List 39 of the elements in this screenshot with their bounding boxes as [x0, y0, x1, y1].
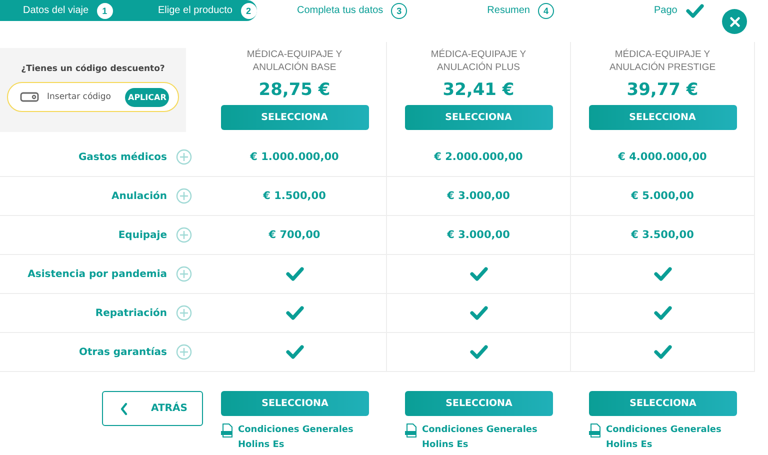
step-item[interactable]: Completa tus datos 3: [297, 2, 408, 18]
document-link[interactable]: Condiciones Generales Holins Es: [606, 423, 736, 453]
coverage-value: € 1.500,00: [263, 190, 326, 202]
coverage-value: € 1.000.000,00: [250, 151, 339, 163]
coverage-value: € 3.500,00: [631, 229, 694, 241]
step-item[interactable]: Resumen 4: [487, 2, 554, 18]
plan-price: 28,75 €: [258, 80, 330, 100]
plan-title: MÉDICA-EQUIPAJE Y ANULACIÓN PRESTIGE: [608, 48, 717, 74]
coverage-value: € 5.000,00: [631, 190, 694, 202]
plan-price: 32,41 €: [442, 80, 514, 100]
discount-field[interactable]: Insertar código APLICAR: [7, 82, 179, 112]
coverage-value: € 700,00: [268, 229, 320, 241]
coverage-value: € 3.000,00: [447, 229, 510, 241]
select-button[interactable]: SELECCIONA: [404, 105, 552, 130]
coverage-label: Gastos médicos: [78, 152, 167, 162]
select-button[interactable]: SELECCIONA: [588, 105, 736, 130]
select-button[interactable]: SELECCIONA: [405, 391, 553, 416]
coverage-label: Asistencia por pandemia: [28, 268, 167, 280]
coverage-label: Repatriación: [95, 308, 167, 318]
step-item[interactable]: Pago: [654, 2, 706, 20]
coverage-label: Anulación: [112, 190, 167, 202]
document-link[interactable]: Condiciones Generales Holins Es: [422, 423, 552, 453]
step-item[interactable]: Datos del viaje 1: [23, 2, 158, 18]
select-button[interactable]: SELECCIONA: [221, 391, 369, 416]
apply-button[interactable]: APLICAR: [125, 88, 170, 106]
plan-title: MÉDICA-EQUIPAJE Y ANULACIÓN BASE: [246, 48, 344, 74]
document-link[interactable]: Condiciones Generales Holins Es: [238, 423, 368, 453]
back-button[interactable]: ATRÁS: [102, 391, 203, 426]
discount-title: ¿Tienes un código descuento?: [21, 64, 165, 74]
coverage-label: Equipaje: [118, 230, 167, 240]
select-button[interactable]: SELECCIONA: [589, 391, 737, 416]
coverage-value: € 2.000.000,00: [434, 151, 523, 163]
select-button[interactable]: SELECCIONA: [220, 105, 368, 130]
coverage-value: € 4.000.000,00: [618, 151, 707, 163]
coverage-value: € 3.000,00: [447, 190, 510, 202]
coverage-label: Otras garantías: [78, 346, 167, 358]
plan-price: 39,77 €: [626, 80, 698, 100]
step-item[interactable]: Elige el producto 2: [158, 2, 256, 18]
plan-title: MÉDICA-EQUIPAJE Y ANULACIÓN PLUS: [430, 48, 528, 74]
